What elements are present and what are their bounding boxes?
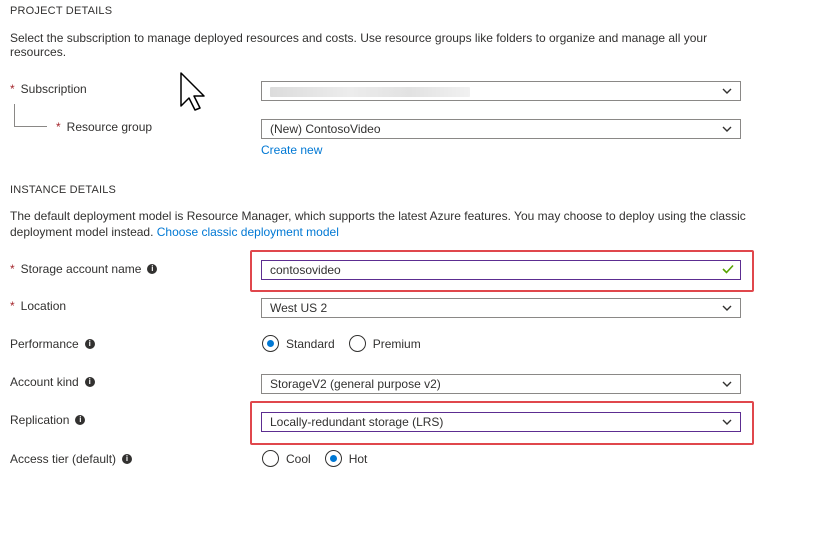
instance-details-description-line2: deployment model instead. bbox=[10, 225, 154, 239]
access-tier-label-row: Access tier (default) i bbox=[10, 452, 133, 466]
instance-details-description-line2-row: deployment model instead. Choose classic… bbox=[10, 224, 820, 240]
replication-dropdown[interactable]: Locally-redundant storage (LRS) bbox=[261, 412, 741, 432]
access-tier-option-hot[interactable]: Hot bbox=[324, 450, 368, 467]
access-tier-option-label: Hot bbox=[348, 451, 368, 466]
storage-account-name-input[interactable]: contosovideo bbox=[261, 260, 741, 280]
performance-option-premium[interactable]: Premium bbox=[348, 335, 421, 352]
create-new-link[interactable]: Create new bbox=[261, 142, 322, 158]
location-label-row: * Location bbox=[10, 299, 66, 313]
location-value: West US 2 bbox=[270, 301, 328, 315]
resource-group-label-row: * Resource group bbox=[56, 120, 152, 134]
replication-label: Replication bbox=[10, 413, 70, 427]
radio-unselected-icon bbox=[348, 335, 366, 352]
access-tier-option-label: Cool bbox=[286, 451, 311, 466]
project-details-description-line2: resources. bbox=[10, 45, 67, 59]
subscription-label: Subscription bbox=[20, 82, 87, 96]
account-kind-dropdown[interactable]: StorageV2 (general purpose v2) bbox=[261, 374, 741, 394]
resource-group-value: (New) ContosoVideo bbox=[270, 122, 381, 136]
performance-option-standard[interactable]: Standard bbox=[262, 335, 335, 352]
location-dropdown[interactable]: West US 2 bbox=[261, 298, 741, 318]
resource-group-dropdown[interactable]: (New) ContosoVideo bbox=[261, 119, 741, 139]
instance-details-description: The default deployment model is Resource… bbox=[10, 208, 820, 240]
required-mark: * bbox=[56, 120, 61, 134]
mouse-pointer-icon bbox=[180, 72, 205, 111]
required-mark: * bbox=[10, 299, 15, 313]
required-mark: * bbox=[10, 262, 15, 276]
storage-account-name-label: Storage account name bbox=[20, 262, 142, 276]
storage-account-name-label-row: * Storage account name i bbox=[10, 262, 158, 276]
choose-classic-deployment-link[interactable]: Choose classic deployment model bbox=[157, 225, 339, 239]
account-kind-label-row: Account kind i bbox=[10, 375, 95, 389]
location-label: Location bbox=[20, 299, 67, 313]
checkmark-icon bbox=[722, 264, 734, 274]
info-icon[interactable]: i bbox=[147, 264, 158, 274]
chevron-down-icon bbox=[722, 88, 732, 94]
project-details-description: Select the subscription to manage deploy… bbox=[10, 30, 810, 60]
performance-radio-group: Standard Premium bbox=[262, 335, 435, 352]
replication-value: Locally-redundant storage (LRS) bbox=[270, 415, 444, 429]
info-icon[interactable]: i bbox=[84, 377, 95, 387]
performance-label: Performance bbox=[10, 337, 79, 351]
chevron-down-icon bbox=[722, 305, 732, 311]
instance-details-title: INSTANCE DETAILS bbox=[10, 184, 117, 196]
radio-unselected-icon bbox=[262, 450, 279, 467]
radio-selected-icon bbox=[324, 450, 342, 467]
chevron-down-icon bbox=[722, 126, 732, 132]
storage-account-name-value: contosovideo bbox=[270, 263, 341, 277]
storage-account-form: PROJECT DETAILS Select the subscription … bbox=[0, 0, 824, 541]
chevron-down-icon bbox=[722, 381, 732, 387]
project-details-description-line1: Select the subscription to manage deploy… bbox=[10, 31, 708, 45]
resource-group-label: Resource group bbox=[66, 120, 153, 134]
tree-connector bbox=[14, 104, 47, 127]
access-tier-label: Access tier (default) bbox=[10, 452, 117, 466]
radio-selected-icon bbox=[262, 335, 279, 352]
subscription-label-row: * Subscription bbox=[10, 82, 87, 96]
project-details-title: PROJECT DETAILS bbox=[10, 5, 113, 17]
redacted-subscription-value bbox=[270, 87, 470, 97]
access-tier-radio-group: Cool Hot bbox=[262, 450, 381, 467]
subscription-dropdown[interactable] bbox=[261, 81, 741, 101]
performance-label-row: Performance i bbox=[10, 337, 95, 351]
info-icon[interactable]: i bbox=[75, 415, 86, 425]
performance-option-label: Premium bbox=[372, 336, 421, 351]
account-kind-value: StorageV2 (general purpose v2) bbox=[270, 377, 441, 391]
required-mark: * bbox=[10, 82, 15, 96]
access-tier-option-cool[interactable]: Cool bbox=[262, 450, 311, 467]
instance-details-description-line1: The default deployment model is Resource… bbox=[10, 209, 746, 223]
performance-option-label: Standard bbox=[286, 336, 335, 351]
info-icon[interactable]: i bbox=[84, 339, 95, 349]
info-icon[interactable]: i bbox=[122, 454, 133, 464]
chevron-down-icon bbox=[722, 419, 732, 425]
replication-label-row: Replication i bbox=[10, 413, 86, 427]
account-kind-label: Account kind bbox=[10, 375, 79, 389]
